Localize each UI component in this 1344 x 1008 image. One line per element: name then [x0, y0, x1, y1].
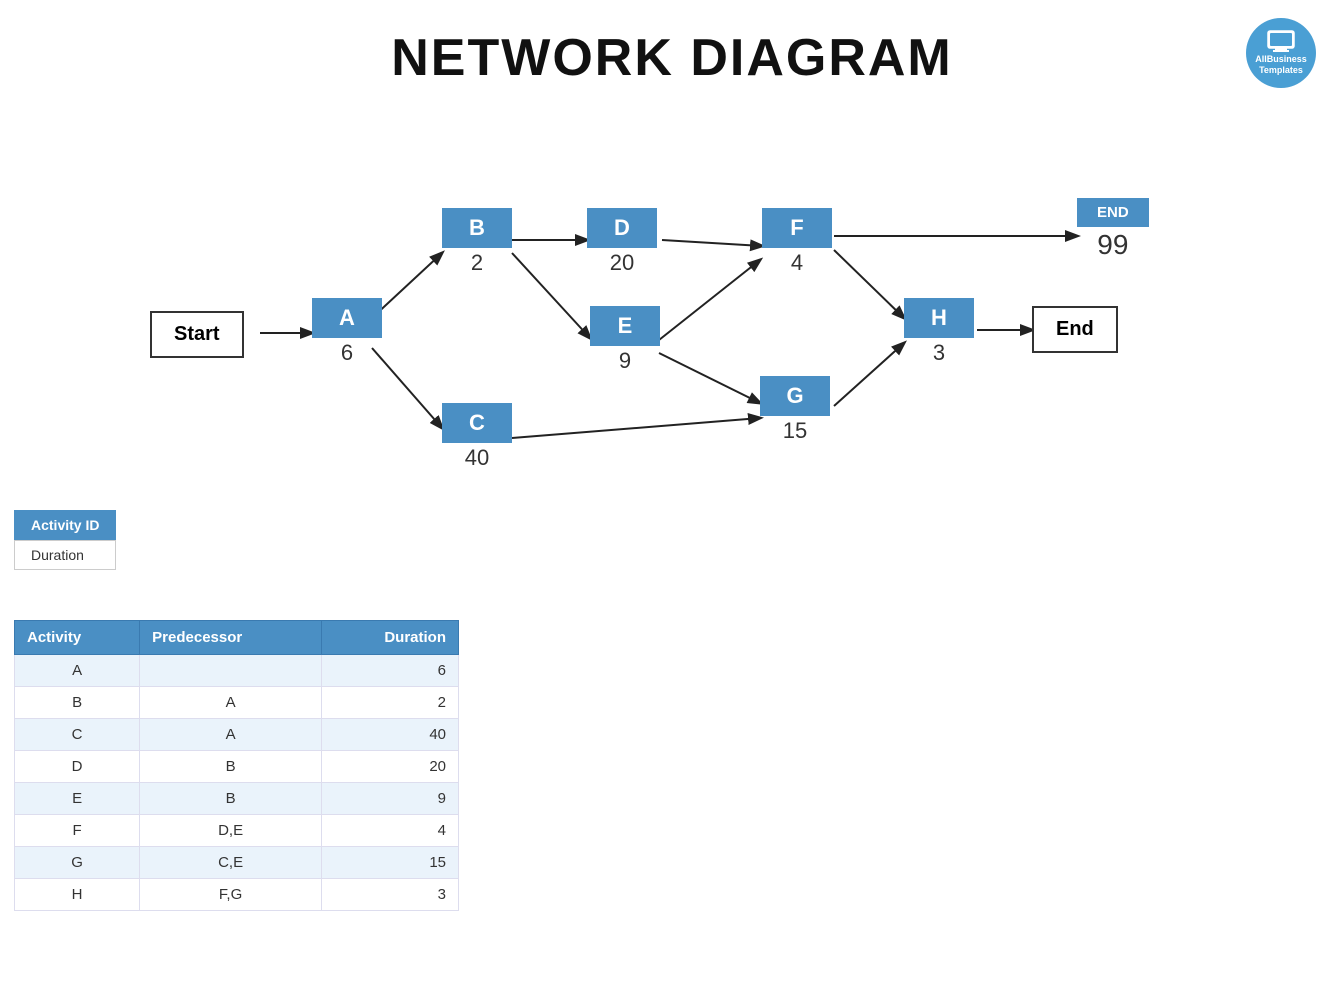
table-row: A6 — [15, 655, 459, 687]
node-B: B 2 — [442, 208, 512, 276]
table-row: HF,G3 — [15, 879, 459, 911]
table-cell-predecessor: F,G — [140, 879, 322, 911]
table-cell-predecessor: D,E — [140, 815, 322, 847]
table-cell-activity: H — [15, 879, 140, 911]
table-cell-activity: C — [15, 719, 140, 751]
table-row: FD,E4 — [15, 815, 459, 847]
table-cell-duration: 2 — [322, 687, 459, 719]
table-cell-duration: 6 — [322, 655, 459, 687]
node-end: End — [1032, 306, 1118, 353]
table-cell-duration: 4 — [322, 815, 459, 847]
table-container: Activity Predecessor Duration A6BA2CA40D… — [14, 620, 459, 911]
node-G: G 15 — [760, 376, 830, 444]
logo: AllBusiness Templates — [1246, 18, 1316, 88]
table-header-activity: Activity — [15, 621, 140, 655]
node-A: A 6 — [312, 298, 382, 366]
legend: Activity ID Duration — [14, 510, 116, 570]
table-row: DB20 — [15, 751, 459, 783]
table-header-predecessor: Predecessor — [140, 621, 322, 655]
logo-line2: Templates — [1259, 65, 1303, 76]
table-cell-activity: D — [15, 751, 140, 783]
table-cell-predecessor: C,E — [140, 847, 322, 879]
node-D: D 20 — [587, 208, 657, 276]
table-cell-activity: G — [15, 847, 140, 879]
table-row: BA2 — [15, 687, 459, 719]
legend-activity-id: Activity ID — [14, 510, 116, 540]
node-F: F 4 — [762, 208, 832, 276]
node-H: H 3 — [904, 298, 974, 366]
table-cell-duration: 40 — [322, 719, 459, 751]
logo-line1: AllBusiness — [1255, 54, 1307, 65]
diagram-area: Start A 6 B 2 C 40 D 20 E 9 F 4 G 15 H 3… — [42, 98, 1302, 598]
table-cell-duration: 9 — [322, 783, 459, 815]
table-cell-activity: E — [15, 783, 140, 815]
table-cell-predecessor: A — [140, 719, 322, 751]
node-C: C 40 — [442, 403, 512, 471]
table-cell-activity: A — [15, 655, 140, 687]
node-end-special: END 99 — [1077, 198, 1149, 261]
table-cell-predecessor: B — [140, 783, 322, 815]
node-E: E 9 — [590, 306, 660, 374]
page-title: NETWORK DIAGRAM — [0, 0, 1344, 98]
table-cell-activity: F — [15, 815, 140, 847]
table-row: EB9 — [15, 783, 459, 815]
legend-duration: Duration — [14, 540, 116, 570]
table-cell-predecessor — [140, 655, 322, 687]
node-start: Start — [150, 311, 244, 358]
activity-table: Activity Predecessor Duration A6BA2CA40D… — [14, 620, 459, 911]
table-row: CA40 — [15, 719, 459, 751]
table-cell-predecessor: A — [140, 687, 322, 719]
table-cell-duration: 3 — [322, 879, 459, 911]
table-cell-duration: 20 — [322, 751, 459, 783]
table-cell-predecessor: B — [140, 751, 322, 783]
table-header-duration: Duration — [322, 621, 459, 655]
table-cell-duration: 15 — [322, 847, 459, 879]
table-row: GC,E15 — [15, 847, 459, 879]
table-cell-activity: B — [15, 687, 140, 719]
